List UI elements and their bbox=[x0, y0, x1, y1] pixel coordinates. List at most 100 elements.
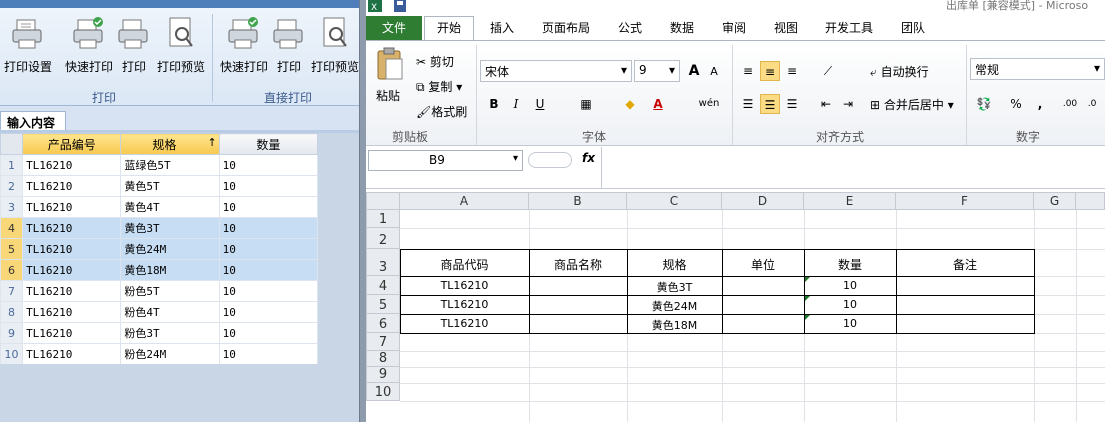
row-header[interactable]: 9 bbox=[366, 367, 400, 383]
cell-code[interactable]: TL16210 bbox=[400, 298, 529, 311]
column-header[interactable]: C bbox=[627, 192, 722, 210]
row-header[interactable]: 2 bbox=[366, 228, 400, 249]
col-header-qty[interactable]: 数量 bbox=[218, 133, 319, 155]
tab-file[interactable]: 文件 bbox=[366, 16, 422, 41]
row-number[interactable]: 7 bbox=[0, 280, 24, 302]
cell-spec[interactable]: 粉色4T bbox=[120, 301, 220, 323]
cell-code[interactable]: TL16210 bbox=[22, 217, 122, 239]
name-box[interactable]: B9 ▾ bbox=[368, 150, 523, 171]
cell-code[interactable]: TL16210 bbox=[22, 301, 122, 323]
tab-input-content[interactable]: 输入内容 bbox=[0, 111, 66, 131]
row-header[interactable]: 10 bbox=[366, 383, 400, 401]
print-settings-button[interactable]: 打印设置 bbox=[2, 14, 54, 84]
table-row[interactable]: 9 TL16210 粉色3T 10 bbox=[0, 322, 319, 344]
quick-print-button[interactable]: 快速打印 bbox=[62, 14, 116, 84]
table-row[interactable]: 3 TL16210 黄色4T 10 bbox=[0, 196, 319, 218]
currency-icon[interactable]: 💱 bbox=[974, 94, 994, 114]
row-header[interactable]: 6 bbox=[366, 314, 400, 333]
col-header-code[interactable]: 产品编号 bbox=[22, 133, 122, 155]
tab-page-layout[interactable]: 页面布局 bbox=[542, 19, 590, 36]
cell-qty[interactable]: 10 bbox=[218, 322, 319, 344]
tab-home[interactable]: 开始 bbox=[424, 16, 474, 41]
print-preview-button[interactable]: 打印预览 bbox=[154, 14, 208, 84]
worksheet[interactable]: A B C D E F G 1 2 3 4 5 6 7 8 9 10 商品代码 商品名称 规格 单位 数量 备注 TL1621… bbox=[366, 192, 1105, 422]
row-number[interactable]: 8 bbox=[0, 301, 24, 323]
cell-qty[interactable]: 10 bbox=[218, 259, 319, 281]
merge-center-button[interactable]: ⊞ 合并后居中 ▾ bbox=[870, 96, 954, 113]
orientation-icon[interactable]: ⟋ bbox=[818, 61, 838, 81]
comma-button[interactable]: , bbox=[1030, 94, 1050, 114]
column-header[interactable]: G bbox=[1034, 192, 1076, 210]
copy-button[interactable]: ⧉ 复制 ▾ bbox=[416, 78, 462, 95]
row-number[interactable]: 6 bbox=[0, 259, 24, 281]
font-color-icon[interactable]: A bbox=[648, 94, 668, 114]
cell-spec[interactable]: 黄色24M bbox=[120, 238, 220, 260]
table-header-cell[interactable]: 数量 bbox=[804, 256, 896, 273]
row-header[interactable]: 7 bbox=[366, 333, 400, 351]
table-row[interactable]: 1 TL16210 蓝绿色5T 10 bbox=[0, 154, 319, 176]
row-number[interactable]: 1 bbox=[0, 154, 24, 176]
align-center-icon[interactable]: ☰ bbox=[760, 94, 780, 114]
column-header[interactable] bbox=[1076, 192, 1105, 210]
grow-font-button[interactable]: A bbox=[684, 61, 704, 81]
align-left-icon[interactable]: ☰ bbox=[738, 94, 758, 114]
insert-function-button[interactable]: fx bbox=[582, 151, 595, 165]
row-header[interactable]: 3 bbox=[366, 249, 400, 276]
row-number[interactable]: 4 bbox=[0, 217, 24, 239]
tab-view[interactable]: 视图 bbox=[774, 19, 798, 36]
tab-review[interactable]: 审阅 bbox=[722, 19, 746, 36]
phonetic-button[interactable]: wén bbox=[694, 94, 724, 114]
tab-team[interactable]: 团队 bbox=[901, 19, 925, 36]
table-header-cell[interactable]: 规格 bbox=[627, 256, 722, 273]
tab-formulas[interactable]: 公式 bbox=[618, 19, 642, 36]
cut-button[interactable]: ✂ 剪切 bbox=[416, 53, 454, 70]
cell-qty[interactable]: 10 bbox=[804, 279, 896, 292]
cell-spec[interactable]: 粉色3T bbox=[120, 322, 220, 344]
bold-button[interactable]: B bbox=[484, 94, 504, 114]
align-middle-icon[interactable]: ≡ bbox=[760, 61, 780, 81]
formula-expander[interactable] bbox=[528, 152, 572, 168]
align-top-icon[interactable]: ≡ bbox=[738, 61, 758, 81]
row-number[interactable]: 5 bbox=[0, 238, 24, 260]
cell-spec[interactable]: 黄色4T bbox=[120, 196, 220, 218]
wrap-text-button[interactable]: ⤶ 自动换行 bbox=[870, 63, 929, 80]
column-header[interactable]: E bbox=[804, 192, 896, 210]
row-header[interactable]: 1 bbox=[366, 210, 400, 228]
cell-code[interactable]: TL16210 bbox=[22, 154, 122, 176]
tab-developer[interactable]: 开发工具 bbox=[825, 19, 873, 36]
table-row[interactable]: 2 TL16210 黄色5T 10 bbox=[0, 175, 319, 197]
col-header-spec[interactable]: 规格 ↑ bbox=[120, 133, 220, 155]
table-header-cell[interactable]: 单位 bbox=[722, 256, 804, 273]
cell-code[interactable]: TL16210 bbox=[22, 280, 122, 302]
cell-qty[interactable]: 10 bbox=[218, 175, 319, 197]
cell-spec[interactable]: 黄色24M bbox=[627, 298, 722, 314]
select-all-corner[interactable] bbox=[366, 192, 400, 210]
table-row[interactable]: 6 TL16210 黄色18M 10 bbox=[0, 259, 319, 281]
table-row[interactable]: 5 TL16210 黄色24M 10 bbox=[0, 238, 319, 260]
cell-spec[interactable]: 蓝绿色5T bbox=[120, 154, 220, 176]
row-number[interactable]: 9 bbox=[0, 322, 24, 344]
cell-qty[interactable]: 10 bbox=[218, 154, 319, 176]
save-icon[interactable] bbox=[394, 0, 406, 12]
direct-print-preview-button[interactable]: 打印预览 bbox=[308, 14, 362, 84]
row-number[interactable]: 3 bbox=[0, 196, 24, 218]
cell-qty[interactable]: 10 bbox=[218, 301, 319, 323]
cell-spec[interactable]: 黄色3T bbox=[627, 279, 722, 295]
cell-code[interactable]: TL16210 bbox=[22, 343, 122, 365]
paste-button[interactable]: 粘贴 bbox=[374, 47, 414, 117]
cell-spec[interactable]: 粉色5T bbox=[120, 280, 220, 302]
column-header[interactable]: D bbox=[722, 192, 804, 210]
decrease-indent-icon[interactable]: ⇤ bbox=[816, 94, 836, 114]
cell-qty[interactable]: 10 bbox=[218, 217, 319, 239]
print-button[interactable]: 打印 bbox=[118, 14, 150, 84]
font-name-select[interactable]: 宋体 ▾ bbox=[480, 60, 632, 82]
cell-spec[interactable]: 黄色18M bbox=[120, 259, 220, 281]
cell-qty[interactable]: 10 bbox=[218, 280, 319, 302]
table-row[interactable]: 4 TL16210 黄色3T 10 bbox=[0, 217, 319, 239]
row-header[interactable]: 4 bbox=[366, 276, 400, 295]
cell-qty[interactable]: 10 bbox=[804, 317, 896, 330]
row-number[interactable]: 2 bbox=[0, 175, 24, 197]
column-header[interactable]: F bbox=[896, 192, 1034, 210]
cell-code[interactable]: TL16210 bbox=[22, 175, 122, 197]
direct-quick-print-button[interactable]: 快速打印 bbox=[217, 14, 271, 84]
